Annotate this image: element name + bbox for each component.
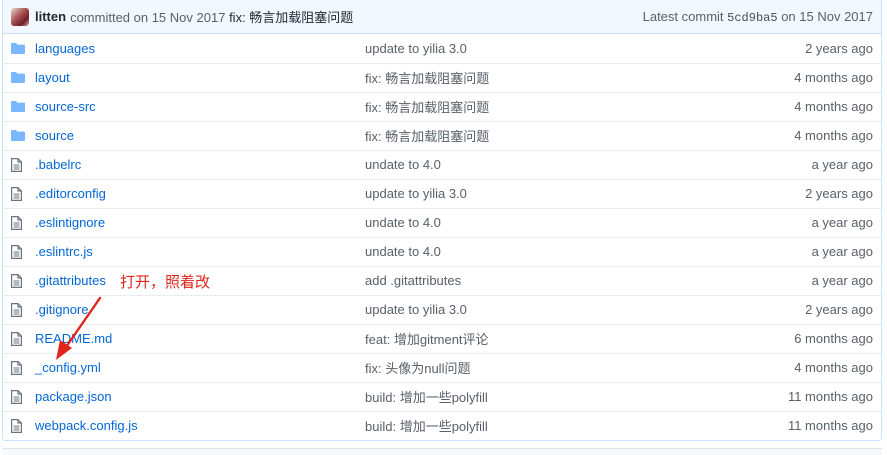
commit-age: 4 months ago: [794, 128, 873, 143]
commit-message-link[interactable]: update to yilia 3.0: [365, 302, 467, 317]
folder-icon: [11, 41, 25, 56]
commit-message-link[interactable]: add .gitattributes: [365, 273, 461, 288]
file-name-link[interactable]: webpack.config.js: [35, 418, 138, 433]
commit-summary: committed on 15 Nov 2017 fix: 畅言加载阻塞问题: [70, 7, 353, 26]
latest-commit-bar: litten committed on 15 Nov 2017 fix: 畅言加…: [3, 0, 881, 34]
file-row[interactable]: README.md feat: 增加gitment评论 6 months ago: [3, 323, 881, 353]
file-icon: [11, 332, 22, 347]
commit-age: 2 years ago: [805, 186, 873, 201]
commit-age: a year ago: [811, 157, 873, 172]
commit-sha-link[interactable]: 5cd9ba5: [727, 11, 777, 25]
commit-age: a year ago: [811, 244, 873, 259]
file-row[interactable]: languages update to yilia 3.0 2 years ago: [3, 34, 881, 63]
commit-message-link[interactable]: fix: 头像为null问题: [365, 361, 470, 376]
commit-message-link[interactable]: fix: 畅言加载阻塞问题: [365, 71, 489, 86]
commit-author[interactable]: litten: [35, 9, 66, 24]
commit-message-link[interactable]: undate to 4.0: [365, 215, 441, 230]
file-name-link[interactable]: source-src: [35, 99, 96, 114]
folder-icon: [11, 128, 25, 143]
commit-age: a year ago: [811, 215, 873, 230]
file-row[interactable]: source fix: 畅言加载阻塞问题 4 months ago: [3, 120, 881, 150]
file-row[interactable]: source-src fix: 畅言加载阻塞问题 4 months ago: [3, 91, 881, 121]
commit-message-link[interactable]: fix: 畅言加载阻塞问题: [229, 10, 353, 25]
file-icon: [11, 419, 22, 434]
commit-message-link[interactable]: feat: 增加gitment评论: [365, 332, 489, 347]
file-name-link[interactable]: package.json: [35, 389, 112, 404]
commit-message-link[interactable]: build: 增加一些polyfill: [365, 390, 488, 405]
commit-age: 4 months ago: [794, 99, 873, 114]
file-icon: [11, 274, 22, 289]
commit-age: 4 months ago: [794, 360, 873, 375]
file-row[interactable]: package.json build: 增加一些polyfill 11 months…: [3, 381, 881, 411]
file-icon: [11, 158, 22, 173]
commit-age: 11 months ago: [787, 389, 873, 404]
commit-age: 2 years ago: [805, 302, 873, 317]
file-row[interactable]: _config.yml fix: 头像为null问题 4 months ago: [3, 352, 881, 382]
annotation-note: 打开，照着改: [120, 273, 211, 291]
file-row[interactable]: .gitignore update to yilia 3.0 2 years ago: [3, 294, 881, 324]
file-name-link[interactable]: source: [35, 128, 74, 143]
file-icon: [11, 216, 22, 231]
commit-message-link[interactable]: build: 增加一些polyfill: [365, 419, 488, 434]
annotation-arrow-icon: [56, 296, 102, 360]
commit-age: a year ago: [811, 273, 873, 288]
file-name-link[interactable]: .editorconfig: [35, 186, 106, 201]
file-name-link[interactable]: .babelrc: [35, 157, 81, 172]
file-row[interactable]: .editorconfig update to yilia 3.0 2 years …: [3, 178, 881, 208]
file-name-link[interactable]: layout: [35, 70, 70, 85]
commit-message-link[interactable]: update to yilia 3.0: [365, 41, 467, 56]
author-avatar[interactable]: [11, 7, 29, 26]
commit-date-text: committed on 15 Nov 2017: [70, 10, 226, 25]
file-icon: [11, 187, 22, 202]
latest-commit-date: on 15 Nov 2017: [781, 8, 873, 24]
commit-message-link[interactable]: fix: 畅言加载阻塞问题: [365, 129, 489, 144]
file-icon: [11, 303, 22, 318]
file-icon: [11, 390, 22, 405]
file-row[interactable]: webpack.config.js build: 增加一些polyfill 11 m…: [3, 410, 881, 440]
commit-age: 2 years ago: [805, 40, 873, 56]
folder-icon: [11, 70, 25, 85]
file-name-link[interactable]: .eslintignore: [35, 215, 105, 230]
latest-commit-label: Latest commit: [642, 8, 724, 24]
file-row[interactable]: .eslintignore undate to 4.0 a year ago: [3, 207, 881, 237]
file-name-link[interactable]: languages: [35, 41, 95, 56]
file-name-link[interactable]: .gitattributes: [35, 273, 106, 288]
file-row[interactable]: .babelrc undate to 4.0 a year ago: [3, 149, 881, 179]
file-row[interactable]: .eslintrc.js undate to 4.0 a year ago: [3, 236, 881, 266]
file-name-link[interactable]: .eslintrc.js: [35, 244, 93, 259]
folder-icon: [11, 99, 25, 114]
file-icon: [11, 245, 22, 260]
file-icon: [11, 361, 22, 376]
commit-age: 6 months ago: [794, 331, 873, 346]
commit-age: 11 months ago: [787, 418, 873, 434]
commit-message-link[interactable]: undate to 4.0: [365, 244, 441, 259]
commit-message-link[interactable]: update to yilia 3.0: [365, 186, 467, 201]
file-list-container: litten committed on 15 Nov 2017 fix: 畅言加…: [2, 0, 882, 441]
commit-age: 4 months ago: [794, 70, 873, 85]
latest-commit-info: Latest commit 5cd9ba5 on 15 Nov 2017: [643, 9, 873, 25]
commit-message-link[interactable]: fix: 畅言加载阻塞问题: [365, 100, 489, 115]
files-table: languages update to yilia 3.0 2 years ago l…: [3, 34, 881, 440]
commit-message-link[interactable]: undate to 4.0: [365, 157, 441, 172]
file-row[interactable]: layout fix: 畅言加载阻塞问题 4 months ago: [3, 62, 881, 92]
